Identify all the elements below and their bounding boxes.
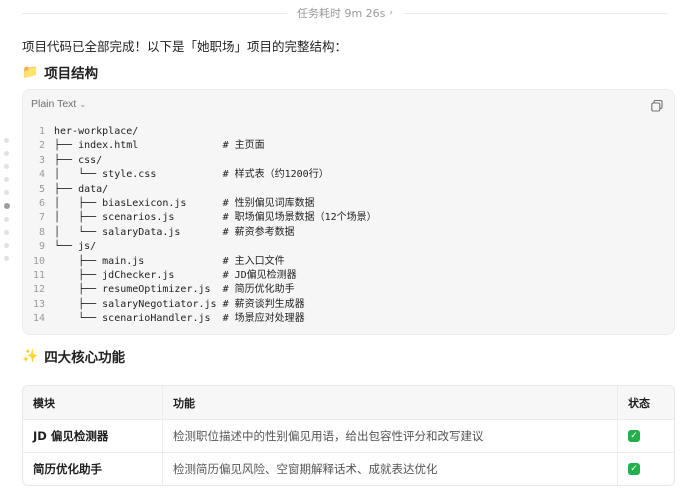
outline-dot[interactable] [4,164,9,169]
code-line: 11 ├── jdChecker.js # JD偏见检测器 [31,269,666,283]
line-text: │ └── style.css # 样式表（约1200行） [54,169,329,181]
check-mark-icon: ✓ [628,463,640,475]
line-number: 12 [32,284,45,296]
line-number: 10 [32,255,45,267]
cell-feature: 检测职位描述中的性别偏见用语，给出包容性评分和改写建议 [162,420,617,452]
task-time-label: 任务耗时 9m 26s [296,7,386,20]
header-status: 状态 [617,386,674,419]
outline-dot[interactable] [4,138,9,143]
table-row: 简历优化助手 检测简历偏见风险、空窗期解释话术、成就表达优化 ✓ [23,452,674,485]
code-line: 5 ├── data/ [31,183,666,197]
outline-dot[interactable] [4,190,9,195]
line-number: 11 [32,270,45,282]
chat-response-page: 任务耗时 9m 26s › 项目代码已全部完成！以下是「她职场」项目的完整结构：… [0,0,690,493]
line-number: 1 [38,126,45,137]
code-language-label: Plain Text [31,98,77,110]
copy-icon [651,99,663,112]
folder-icon: 📁 [22,64,39,80]
code-line: 12 ├── resumeOptimizer.js # 简历优化助手 [31,283,666,297]
check-mark-icon: ✓ [628,430,640,442]
code-line: 8 │ └── salaryData.js # 薪资参考数据 [31,226,666,240]
line-text: ├── index.html # 主页面 [54,140,265,152]
code-content: 1 her-workplace/2 ├── index.html # 主页面 3 ├──… [31,125,666,327]
line-number: 9 [38,241,45,253]
divider-line-right [403,12,669,14]
section-heading-structure: 📁 项目结构 [22,62,99,83]
cell-module: 简历优化助手 [33,462,102,476]
line-number: 4 [38,169,45,181]
table-header-row: 模块 功能 状态 [23,386,674,419]
code-line: 10 ├── main.js # 主入口文件 [31,255,666,269]
divider-line-left [21,12,287,14]
line-text: │ ├── scenarios.js # 职场偏见场景数据（12个场景） [54,212,377,224]
line-number: 2 [38,140,45,152]
header-module: 模块 [33,396,55,410]
code-line: 1 her-workplace/ [31,125,666,139]
line-text: ├── jdChecker.js # JD偏见检测器 [54,270,297,282]
section-title: 四大核心功能 [44,350,126,366]
code-line: 7 │ ├── scenarios.js # 职场偏见场景数据（12个场景） [31,211,666,225]
code-line: 3 ├── css/ [31,154,666,168]
line-text: ├── salaryNegotiator.js # 薪资谈判生成器 [54,298,305,310]
line-text: ├── data/ [54,183,109,195]
features-table: 模块 功能 状态 JD 偏见检测器 检测职位描述中的性别偏见用语，给出包容性评分… [22,385,675,486]
section-title: 项目结构 [44,66,99,82]
line-number: 7 [38,212,45,224]
cell-module: JD 偏见检测器 [33,429,109,443]
code-line: 6 │ ├── biasLexicon.js # 性别偏见词库数据 [31,197,666,211]
cell-status: ✓ [617,420,674,452]
code-block: Plain Text ⌄ 1 her-workplace/2 ├── index.h… [22,89,675,335]
task-time-toggle[interactable]: 任务耗时 9m 26s › [297,5,393,21]
outline-dot[interactable] [4,256,9,261]
line-text: └── scenarioHandler.js # 场景应对处理器 [54,313,305,325]
code-line: 9 └── js/ [31,240,666,254]
chevron-right-icon: › [389,8,394,18]
line-number: 3 [38,154,45,166]
outline-dot[interactable] [4,217,9,222]
outline-navigator[interactable] [3,138,10,261]
code-language-select[interactable]: Plain Text ⌄ [31,98,86,110]
line-text: │ ├── biasLexicon.js # 性别偏见词库数据 [54,198,315,210]
line-number: 13 [32,298,45,310]
line-text: │ └── salaryData.js # 薪资参考数据 [54,226,295,238]
code-line: 13 ├── salaryNegotiator.js # 薪资谈判生成器 [31,298,666,312]
outline-dot[interactable] [4,177,9,182]
header-feature: 功能 [162,386,617,419]
section-heading-features: ✨ 四大核心功能 [22,346,126,367]
code-line: 2 ├── index.html # 主页面 [31,139,666,153]
table-row: JD 偏见检测器 检测职位描述中的性别偏见用语，给出包容性评分和改写建议 ✓ [23,419,674,452]
cell-feature: 检测简历偏见风险、空窗期解释话术、成就表达优化 [162,453,617,485]
line-text: ├── resumeOptimizer.js # 简历优化助手 [54,284,295,296]
line-number: 5 [38,183,45,195]
task-time-divider: 任务耗时 9m 26s › [0,0,690,26]
outline-dot[interactable] [4,151,9,156]
code-line: 4 │ └── style.css # 样式表（约1200行） [31,168,666,182]
chevron-down-icon: ⌄ [79,99,87,109]
cell-status: ✓ [617,453,674,485]
outline-dot[interactable] [4,243,9,248]
line-text: ├── css/ [54,154,103,166]
line-text: her-workplace/ [54,126,139,137]
line-text: └── js/ [54,241,97,253]
line-number: 14 [32,313,45,325]
line-text: ├── main.js # 主入口文件 [54,255,285,267]
outline-dot-active[interactable] [3,203,10,209]
copy-button[interactable] [650,98,664,112]
line-number: 8 [38,226,45,238]
code-line: 14 └── scenarioHandler.js # 场景应对处理器 [31,312,666,326]
sparkles-icon: ✨ [22,348,39,364]
intro-text: 项目代码已全部完成！以下是「她职场」项目的完整结构： [22,39,348,54]
outline-dot[interactable] [4,230,9,235]
line-number: 6 [38,198,45,210]
bottom-fade [0,487,690,493]
